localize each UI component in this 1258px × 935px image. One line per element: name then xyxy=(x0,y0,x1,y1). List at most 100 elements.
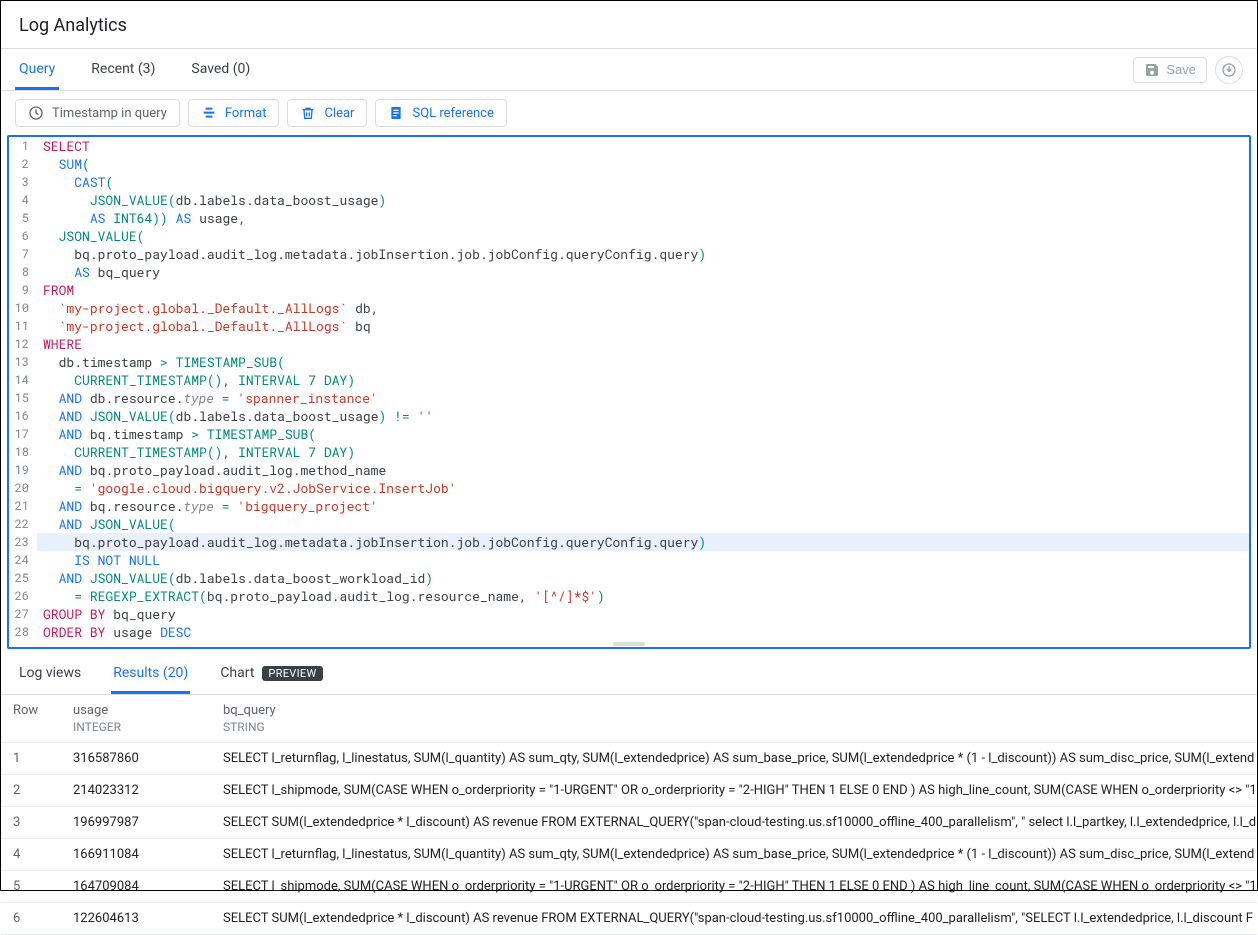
line-number: 6 xyxy=(9,227,37,245)
code-line[interactable]: GROUP BY bq_query xyxy=(37,605,1249,623)
cell-row: 5 xyxy=(1,871,61,903)
tab-log-views[interactable]: Log views xyxy=(17,657,83,694)
cell-bq-query: SELECT l_returnflag, l_linestatus, SUM(l… xyxy=(211,839,1257,871)
code-line[interactable]: AND bq.resource.type = 'bigquery_project… xyxy=(37,497,1249,515)
tab-chart[interactable]: Chart PREVIEW xyxy=(218,657,324,694)
table-row[interactable]: 5164709084SELECT l_shipmode, SUM(CASE WH… xyxy=(1,871,1257,903)
download-circle-icon xyxy=(1221,62,1237,78)
code-line[interactable]: JSON_VALUE( xyxy=(37,227,1249,245)
table-row[interactable]: 6122604613SELECT SUM(l_extendedprice * l… xyxy=(1,903,1257,935)
line-number: 15 xyxy=(9,389,37,407)
code-line[interactable]: = REGEXP_EXTRACT(bq.proto_payload.audit_… xyxy=(37,587,1249,605)
timestamp-button[interactable]: Timestamp in query xyxy=(15,99,180,127)
tab-recent[interactable]: Recent (3) xyxy=(87,49,159,90)
line-number: 12 xyxy=(9,335,37,353)
sql-editor-body[interactable]: 1SELECT 2 SUM( 3 CAST( 4 JSON_VALUE(db.l… xyxy=(9,137,1249,647)
code-line[interactable]: `my-project.global._Default._AllLogs` db… xyxy=(37,299,1249,317)
cell-row: 6 xyxy=(1,903,61,935)
tab-results[interactable]: Results (20) xyxy=(111,657,190,694)
code-line[interactable]: bq.proto_payload.audit_log.metadata.jobI… xyxy=(37,533,1249,551)
line-number: 25 xyxy=(9,569,37,587)
code-line[interactable]: CURRENT_TIMESTAMP(), INTERVAL 7 DAY) xyxy=(37,371,1249,389)
code-line[interactable]: JSON_VALUE(db.labels.data_boost_usage) xyxy=(37,191,1249,209)
code-line[interactable]: CURRENT_TIMESTAMP(), INTERVAL 7 DAY) xyxy=(37,443,1249,461)
timestamp-label: Timestamp in query xyxy=(52,106,167,121)
tab-chart-label: Chart xyxy=(220,665,254,681)
save-button[interactable]: Save xyxy=(1133,57,1207,83)
main-tabs-row: Query Recent (3) Saved (0) Save xyxy=(1,49,1257,91)
code-line[interactable]: AND JSON_VALUE(db.labels.data_boost_work… xyxy=(37,569,1249,587)
tab-saved[interactable]: Saved (0) xyxy=(187,49,254,90)
line-number: 14 xyxy=(9,371,37,389)
table-row[interactable]: 4166911084SELECT l_returnflag, l_linesta… xyxy=(1,839,1257,871)
cell-usage: 166911084 xyxy=(61,839,211,871)
table-header-row: Row usageINTEGER bq_querySTRING xyxy=(1,695,1257,743)
page-header: Log Analytics xyxy=(1,1,1257,49)
line-number: 5 xyxy=(9,209,37,227)
main-tabs-actions: Save xyxy=(1133,56,1243,84)
main-tabs: Query Recent (3) Saved (0) xyxy=(15,49,254,90)
line-number: 17 xyxy=(9,425,37,443)
line-number: 19 xyxy=(9,461,37,479)
cell-usage: 196997987 xyxy=(61,807,211,839)
preview-badge: PREVIEW xyxy=(262,666,322,681)
cell-usage: 122604613 xyxy=(61,903,211,935)
code-line[interactable]: AND bq.proto_payload.audit_log.method_na… xyxy=(37,461,1249,479)
line-number: 9 xyxy=(9,281,37,299)
cell-usage: 316587860 xyxy=(61,743,211,775)
line-number: 22 xyxy=(9,515,37,533)
format-icon xyxy=(201,105,217,121)
clear-button[interactable]: Clear xyxy=(287,99,367,127)
format-button[interactable]: Format xyxy=(188,99,280,127)
cell-row: 3 xyxy=(1,807,61,839)
line-number: 16 xyxy=(9,407,37,425)
results-tabs: Log views Results (20) Chart PREVIEW xyxy=(1,649,1257,695)
line-number: 11 xyxy=(9,317,37,335)
sql-reference-label: SQL reference xyxy=(412,106,493,121)
code-line[interactable]: AS INT64)) AS usage, xyxy=(37,209,1249,227)
code-line[interactable]: IS NOT NULL xyxy=(37,551,1249,569)
code-line[interactable]: FROM xyxy=(37,281,1249,299)
code-line[interactable]: AND bq.timestamp > TIMESTAMP_SUB( xyxy=(37,425,1249,443)
stream-button[interactable] xyxy=(1215,56,1243,84)
col-bq-query[interactable]: bq_querySTRING xyxy=(211,695,1257,743)
code-line[interactable]: SELECT xyxy=(37,137,1249,155)
code-line[interactable]: ORDER BY usage DESC xyxy=(37,623,1249,641)
code-line[interactable]: CAST( xyxy=(37,173,1249,191)
line-number: 18 xyxy=(9,443,37,461)
code-line[interactable]: AND JSON_VALUE( xyxy=(37,515,1249,533)
line-number: 4 xyxy=(9,191,37,209)
code-line[interactable]: SUM( xyxy=(37,155,1249,173)
trash-icon xyxy=(300,105,316,121)
col-row[interactable]: Row xyxy=(1,695,61,743)
table-row[interactable]: 1316587860SELECT l_returnflag, l_linesta… xyxy=(1,743,1257,775)
code-line[interactable]: WHERE xyxy=(37,335,1249,353)
table-row[interactable]: 2214023312SELECT l_shipmode, SUM(CASE WH… xyxy=(1,775,1257,807)
code-line[interactable]: AND JSON_VALUE(db.labels.data_boost_usag… xyxy=(37,407,1249,425)
line-number: 8 xyxy=(9,263,37,281)
table-row[interactable]: 3196997987SELECT SUM(l_extendedprice * l… xyxy=(1,807,1257,839)
tab-query[interactable]: Query xyxy=(15,49,59,90)
line-number: 13 xyxy=(9,353,37,371)
editor-resize-handle[interactable] xyxy=(9,641,1249,647)
code-line[interactable]: AS bq_query xyxy=(37,263,1249,281)
line-number: 10 xyxy=(9,299,37,317)
line-number: 7 xyxy=(9,245,37,263)
line-number: 2 xyxy=(9,155,37,173)
cell-row: 4 xyxy=(1,839,61,871)
col-usage[interactable]: usageINTEGER xyxy=(61,695,211,743)
line-number: 28 xyxy=(9,623,37,641)
cell-bq-query: SELECT l_shipmode, SUM(CASE WHEN o_order… xyxy=(211,775,1257,807)
cell-usage: 164709084 xyxy=(61,871,211,903)
code-line[interactable]: db.timestamp > TIMESTAMP_SUB( xyxy=(37,353,1249,371)
sql-reference-button[interactable]: SQL reference xyxy=(375,99,506,127)
code-line[interactable]: = 'google.cloud.bigquery.v2.JobService.I… xyxy=(37,479,1249,497)
sql-editor[interactable]: 1SELECT 2 SUM( 3 CAST( 4 JSON_VALUE(db.l… xyxy=(7,135,1251,649)
save-icon xyxy=(1144,62,1160,78)
cell-bq-query: SELECT l_shipmode, SUM(CASE WHEN o_order… xyxy=(211,871,1257,903)
cell-row: 2 xyxy=(1,775,61,807)
results-table-wrap: Row usageINTEGER bq_querySTRING 13165878… xyxy=(1,695,1257,935)
code-line[interactable]: bq.proto_payload.audit_log.metadata.jobI… xyxy=(37,245,1249,263)
code-line[interactable]: AND db.resource.type = 'spanner_instance… xyxy=(37,389,1249,407)
code-line[interactable]: `my-project.global._Default._AllLogs` bq xyxy=(37,317,1249,335)
